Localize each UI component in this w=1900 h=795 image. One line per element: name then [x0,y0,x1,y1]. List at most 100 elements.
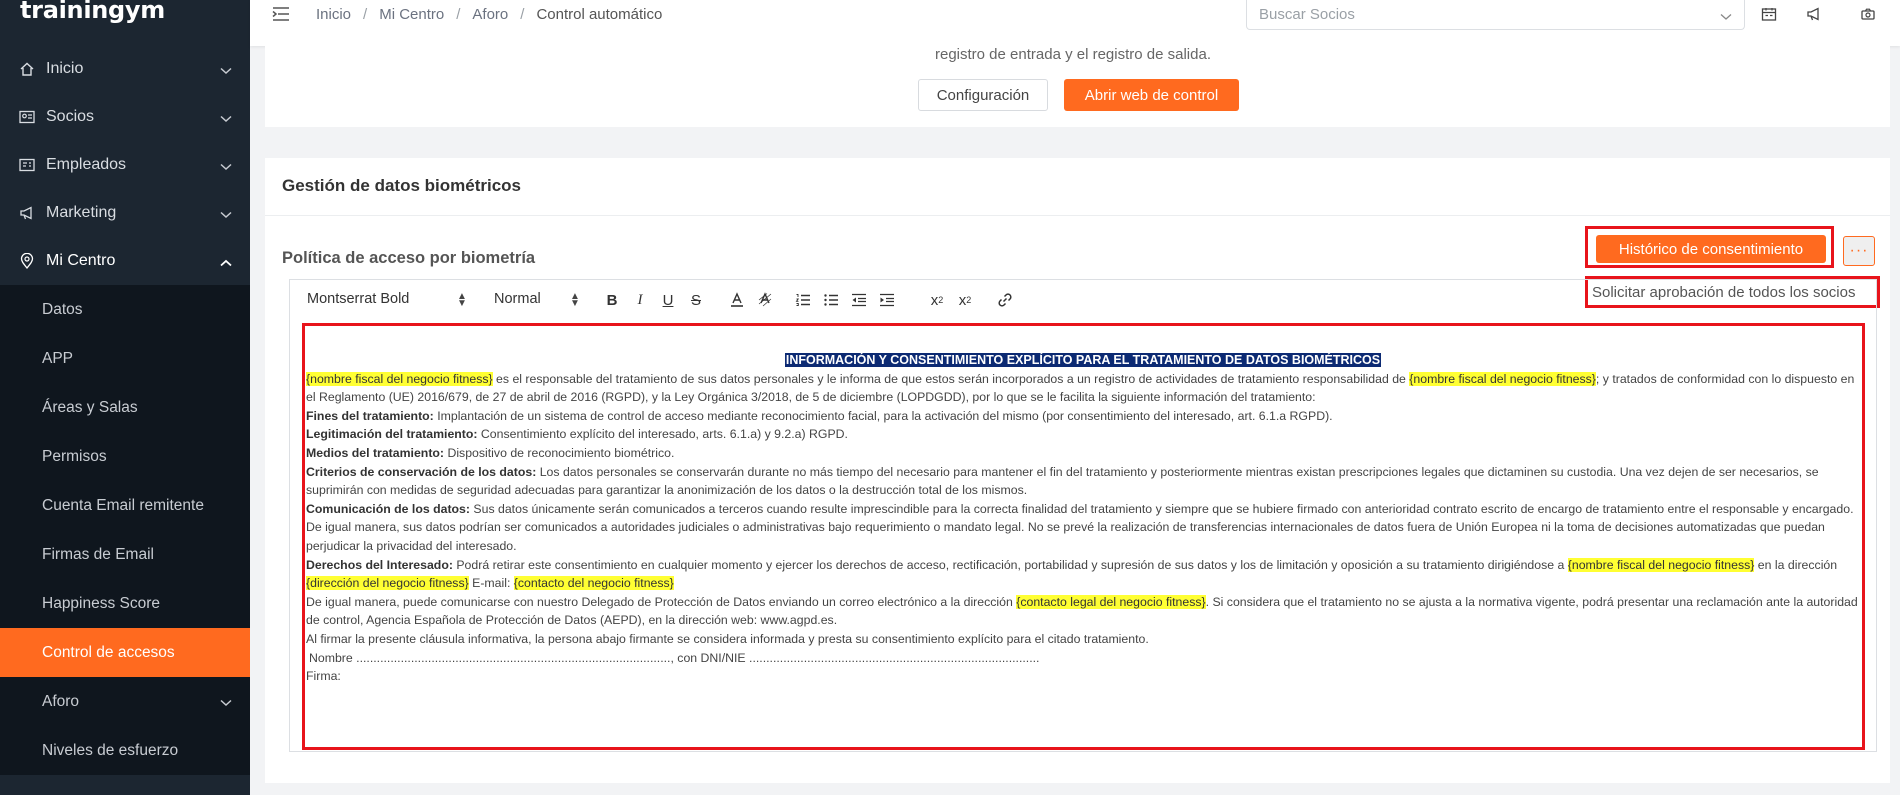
calendar-icon[interactable] [1761,7,1777,21]
placeholder-tag: {contacto del negocio fitness} [513,576,674,591]
superscript-label: x [958,291,967,309]
breadcrumb-separator: / [363,6,368,23]
chevron-down-icon [1720,8,1732,25]
sidebar-subitem-happiness-score[interactable]: Happiness Score [0,579,250,628]
doc-text: Sus datos únicamente serán comunicados a… [306,501,1854,553]
sidebar-subitem-app[interactable]: APP [0,334,250,383]
doc-label: Medios del tratamiento: [306,445,445,460]
sidebar-item-label: Marketing [46,204,117,221]
font-family-select[interactable]: Montserrat Bold ▲ ▼ [307,291,467,309]
control-description: registro de entrada y el registro de sal… [935,46,1211,63]
consent-document[interactable]: INFORMACIÓN Y CONSENTIMIENTO EXPLÍCITO P… [305,326,1862,686]
doc-text: Dispositivo de reconocimiento biométrico… [444,445,675,460]
rich-text-editor: Montserrat Bold ▲ ▼ Normal ▲ ▼ B I U S x… [289,279,1877,752]
background-color-icon[interactable] [756,291,774,309]
placeholder-tag: {nombre fiscal del negocio fitness} [306,371,493,386]
document-paragraph: Criterios de conservación de los datos: … [306,463,1860,500]
document-heading: INFORMACIÓN Y CONSENTIMIENTO EXPLÍCITO P… [306,351,1860,370]
sidebar-item-empleados[interactable]: Empleados [0,141,250,189]
sidebar-item-marketing[interactable]: Marketing [0,189,250,237]
sidebar-item-inicio[interactable]: Inicio [0,45,250,93]
sidebar-subitem-control-accesos[interactable]: Control de accesos [0,628,250,677]
document-highlight: INFORMACIÓN Y CONSENTIMIENTO EXPLÍCITO P… [302,323,1865,750]
doc-text: Consentimiento explícito del interesado,… [477,427,848,442]
font-size-select[interactable]: Normal ▲ ▼ [494,291,580,309]
document-heading-text: INFORMACIÓN Y CONSENTIMIENTO EXPLÍCITO P… [784,353,1382,367]
underline-icon[interactable]: U [659,291,677,309]
subscript-icon[interactable]: x2 [928,291,946,309]
sidebar-subitem-aforo[interactable]: Aforo [0,677,250,726]
biometric-card: Gestión de datos biométricos Política de… [265,158,1890,783]
document-paragraph: {nombre fiscal del negocio fitness} es e… [306,370,1860,407]
breadcrumb-mi-centro[interactable]: Mi Centro [379,6,444,23]
sidebar-item-label: Empleados [46,156,127,173]
strikethrough-icon[interactable]: S [687,291,705,309]
submenu-mi-centro: Datos APP Áreas y Salas Permisos Cuenta … [0,285,250,775]
sidebar-subitem-permisos[interactable]: Permisos [0,432,250,481]
font-size-value: Normal [494,291,541,307]
more-options-button[interactable]: ··· [1843,236,1875,266]
bullet-list-icon[interactable] [822,291,840,309]
doc-label: Legitimación del tratamiento: [306,427,478,442]
configuration-button[interactable]: Configuración [918,79,1048,111]
sidebar-subitem-areas-salas[interactable]: Áreas y Salas [0,383,250,432]
outdent-icon[interactable] [850,291,868,309]
superscript-icon[interactable]: x2 [956,291,974,309]
document-paragraph: Medios del tratamiento: Dispositivo de r… [306,444,1860,463]
badge-icon [18,156,36,174]
breadcrumb-inicio[interactable]: Inicio [316,6,351,23]
megaphone-icon[interactable] [1806,7,1822,21]
sidebar-item-mi-centro[interactable]: Mi Centro [0,237,250,285]
doc-label: Comunicación de los datos: [306,501,470,516]
camera-icon[interactable] [1861,7,1877,21]
consent-history-button[interactable]: Histórico de consentimiento [1596,235,1826,263]
document-paragraph: Comunicación de los datos: Sus datos úni… [306,500,1860,556]
link-icon[interactable] [996,291,1014,309]
search-placeholder: Buscar Socios [1259,6,1355,23]
placeholder-tag: {contacto legal del negocio fitness} [1016,594,1206,609]
indent-icon[interactable] [878,291,896,309]
open-control-web-button[interactable]: Abrir web de control [1064,79,1239,111]
breadcrumb-aforo[interactable]: Aforo [472,6,508,23]
section-title: Gestión de datos biométricos [282,176,521,195]
breadcrumb-separator: / [520,6,525,23]
document-paragraph: Derechos del Interesado: Podrá retirar e… [306,556,1860,593]
doc-text: Podrá retirar este consentimiento en cua… [452,557,1568,572]
placeholder-tag: {nombre fiscal del negocio fitness} [1567,557,1755,572]
doc-text: E-mail: [468,576,514,591]
policy-title: Política de acceso por biometría [282,249,536,267]
text-color-icon[interactable] [728,291,746,309]
search-members-select[interactable]: Buscar Socios [1246,0,1745,30]
ordered-list-icon[interactable] [794,291,812,309]
placeholder-tag: {dirección del negocio fitness} [306,576,469,591]
doc-text: De igual manera, puede comunicarse con n… [306,594,1017,609]
history-button-highlight: Histórico de consentimiento [1585,226,1834,268]
id-card-icon [18,108,36,126]
sidebar-item-socios[interactable]: Socios [0,93,250,141]
sidebar-subitem-datos[interactable]: Datos [0,285,250,334]
doc-text: Implantación de un sistema de control de… [433,408,1333,423]
document-paragraph: Al firmar la presente cláusula informati… [306,631,1149,646]
doc-label: Derechos del Interesado: [306,557,453,572]
chevron-down-icon [220,158,232,176]
breadcrumb-separator: / [456,6,461,23]
sidebar-item-label: Inicio [46,60,84,77]
location-pin-icon [18,252,36,270]
document-paragraph: Legitimación del tratamiento: Consentimi… [306,425,1860,444]
document-paragraph: De igual manera, puede comunicarse con n… [306,593,1860,630]
sidebar-subitem-niveles-esfuerzo[interactable]: Niveles de esfuerzo [0,726,250,775]
sidebar-item-label: Mi Centro [46,252,116,269]
editor-toolbar: Montserrat Bold ▲ ▼ Normal ▲ ▼ B I U S x… [290,280,1578,320]
sidebar-item-label: Socios [46,108,95,125]
subscript-mark: 2 [938,295,944,305]
superscript-mark: 2 [966,295,972,305]
sidebar-subitem-cuenta-email[interactable]: Cuenta Email remitente [0,481,250,530]
signature-line: Nombre .................................… [309,650,1040,665]
sidebar-subitem-firmas-email[interactable]: Firmas de Email [0,530,250,579]
bold-icon[interactable]: B [603,291,621,309]
italic-icon[interactable]: I [631,291,649,309]
document-paragraph: Fines del tratamiento: Implantación de u… [306,407,1860,426]
logo[interactable]: trainingym [0,0,250,30]
select-arrows-icon: ▲ ▼ [457,291,467,309]
menu-toggle-icon[interactable] [272,6,290,22]
